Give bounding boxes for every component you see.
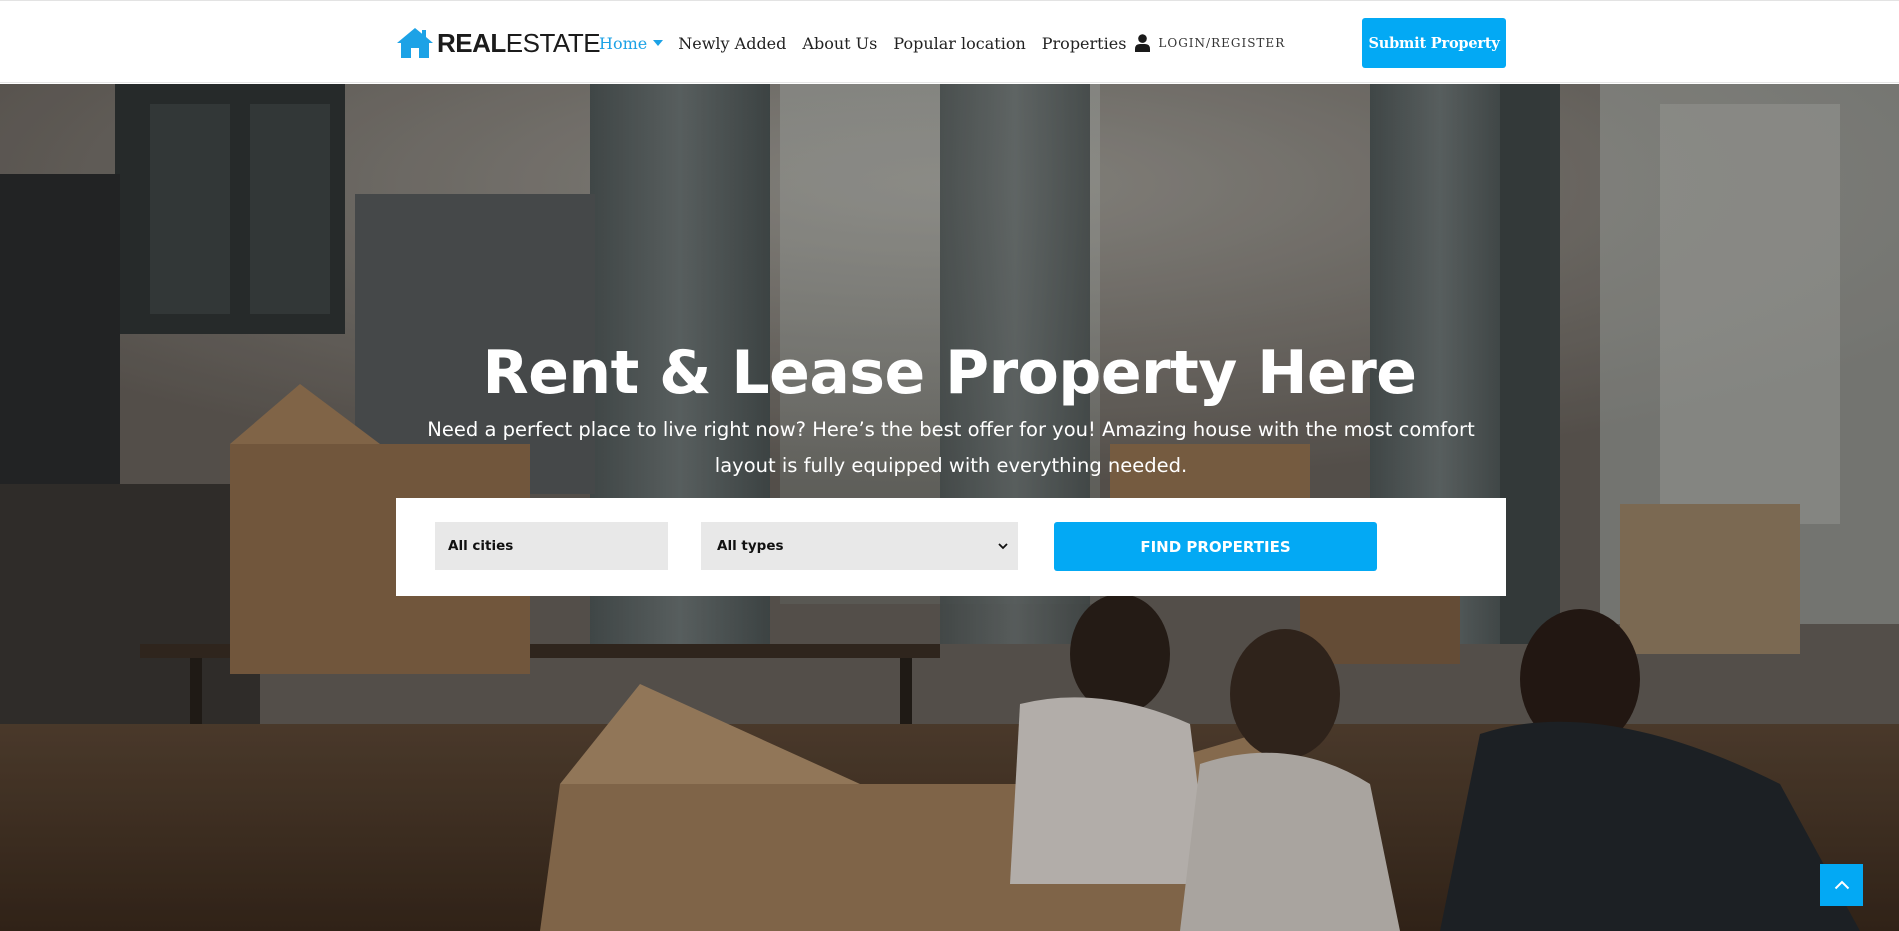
property-search-form: All cities All types FIND PROPERTIES [396, 498, 1506, 596]
submit-property-button[interactable]: Submit Property [1362, 18, 1506, 68]
main-nav: Home Newly Added About Us Popular locati… [599, 32, 1285, 54]
chevron-down-icon [998, 543, 1008, 550]
login-register-link[interactable]: LOGIN/REGISTER [1135, 34, 1285, 52]
nav-properties[interactable]: Properties [1042, 34, 1127, 53]
city-select[interactable]: All cities [435, 522, 668, 570]
site-logo[interactable]: REALESTATE [396, 27, 601, 59]
nav-popular-location[interactable]: Popular location [893, 34, 1025, 53]
user-icon [1135, 34, 1151, 52]
hero-title: Rent & Lease Property Here [482, 338, 1418, 408]
find-properties-button[interactable]: FIND PROPERTIES [1054, 522, 1377, 571]
nav-home-label: Home [599, 33, 648, 53]
login-register-label: LOGIN/REGISTER [1158, 36, 1286, 50]
hero-section: Rent & Lease Property Here Need a perfec… [0, 84, 1899, 931]
caret-down-icon [653, 39, 664, 46]
top-navbar: REALESTATE Home Newly Added About Us Pop… [0, 0, 1899, 83]
house-icon [397, 28, 433, 58]
nav-home[interactable]: Home [599, 33, 664, 53]
logo-text: REALESTATE [437, 28, 601, 58]
nav-newly-added[interactable]: Newly Added [678, 34, 786, 53]
chevron-up-icon [1834, 880, 1849, 890]
type-select-value: All types [717, 538, 784, 554]
nav-about-us[interactable]: About Us [802, 34, 877, 53]
type-select[interactable]: All types [701, 522, 1018, 570]
scroll-to-top-button[interactable] [1820, 864, 1863, 906]
hero-subtitle: Need a perfect place to live right now? … [427, 418, 1475, 477]
